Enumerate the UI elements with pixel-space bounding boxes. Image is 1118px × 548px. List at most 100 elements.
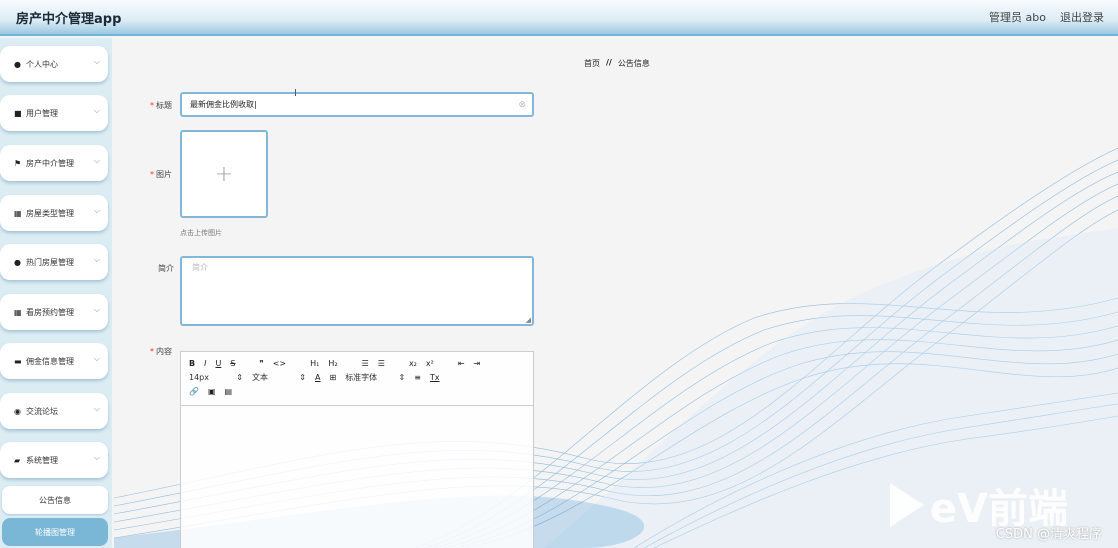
user-icon: ● xyxy=(14,257,21,267)
select-arrows-icon: ⇕ xyxy=(299,372,306,382)
font-family-select[interactable]: 标准字体 ⇕ xyxy=(345,372,405,383)
code-block-button[interactable]: <> xyxy=(273,359,286,368)
clear-icon[interactable]: ⊗ xyxy=(518,100,526,110)
text-caret: | xyxy=(254,100,257,109)
chevron-down-icon: ⌵ xyxy=(93,354,100,363)
main-content: 首页 // 公告信息 * 标题 最新佣金比例收取 | ⊗ I * 图片 + 点击上传图… xyxy=(114,38,1118,548)
header-select[interactable]: 文本 ⇕ xyxy=(252,372,306,383)
subscript-button[interactable]: x₂ xyxy=(409,359,417,368)
sidebar-item-label: 佣金信息管理 xyxy=(26,356,74,366)
sidebar-item-label: 系统管理 xyxy=(26,455,58,465)
upload-tip: 点击上传图片 xyxy=(180,229,222,237)
title-input-value: 最新佣金比例收取 xyxy=(190,100,254,109)
blockquote-button[interactable]: ❞ xyxy=(259,359,263,368)
title-label-text: 标题 xyxy=(156,101,172,110)
image-uploader[interactable]: + xyxy=(180,130,268,218)
font-size-value: 14px xyxy=(189,372,209,382)
sidebar-item-personal-center[interactable]: ● 个人中心 ⌵ xyxy=(0,46,108,82)
font-family-value: 标准字体 xyxy=(345,372,378,382)
intro-textarea[interactable]: 简介 ◢ xyxy=(180,256,534,326)
ticket-icon: ▰ xyxy=(14,455,21,465)
chevron-down-icon: ⌵ xyxy=(93,106,100,115)
select-arrows-icon: ⇕ xyxy=(236,372,243,382)
text-cursor-icon: I xyxy=(294,88,297,99)
italic-button[interactable]: I xyxy=(204,359,206,368)
content-label-text: 内容 xyxy=(156,347,172,356)
sidebar-item-forum[interactable]: ◉ 交流论坛 ⌵ xyxy=(0,393,108,429)
video-icon[interactable]: ▤ xyxy=(225,387,233,396)
csdn-watermark: CSDN @清爽程序 xyxy=(995,527,1102,542)
sidebar-subitem-announcements[interactable]: 公告信息 xyxy=(2,486,108,514)
play-logo-icon xyxy=(889,483,924,527)
chevron-down-icon: ⌵ xyxy=(93,255,100,264)
link-icon[interactable]: 🔗 xyxy=(189,387,199,396)
sidebar-item-label: 房产中介管理 xyxy=(26,158,74,168)
user-icon: ● xyxy=(14,59,21,69)
admin-user-label[interactable]: 管理员 abo xyxy=(989,9,1046,25)
intro-placeholder: 简介 xyxy=(192,263,208,272)
select-arrows-icon: ⇕ xyxy=(398,372,406,382)
header-select-value: 文本 xyxy=(252,372,268,382)
required-mark: * xyxy=(150,101,154,110)
content-label: * 内容 xyxy=(150,346,172,357)
logout-link[interactable]: 退出登录 xyxy=(1060,9,1104,25)
title-input[interactable]: 最新佣金比例收取 | ⊗ xyxy=(180,92,534,117)
bullet-list-button[interactable]: ☰ xyxy=(378,359,385,368)
font-color-button[interactable]: A xyxy=(315,373,320,382)
flag-icon: ⚑ xyxy=(14,158,22,168)
editor-toolbar: B I U S ❞ <> H₁ H₂ ☰ ☰ x₂ x² ⇤ ⇥ 14px ⇕ … xyxy=(181,352,533,406)
bold-button[interactable]: B xyxy=(189,359,195,368)
sidebar-item-viewing-appointment[interactable]: ▦ 看房预约管理 ⌵ xyxy=(0,294,108,330)
chevron-down-icon: ⌵ xyxy=(93,156,100,165)
sidebar-item-house-type-management[interactable]: ▦ 房屋类型管理 ⌵ xyxy=(0,195,108,231)
heading2-button[interactable]: H₂ xyxy=(328,359,337,368)
sidebar-item-label: 用户管理 xyxy=(26,108,58,118)
sidebar-item-label: 房屋类型管理 xyxy=(26,208,74,218)
intro-label: 简介 xyxy=(158,264,174,273)
resize-handle-icon[interactable]: ◢ xyxy=(526,316,531,324)
sidebar-item-hot-house-management[interactable]: ● 热门房屋管理 ⌵ xyxy=(0,244,108,280)
top-bar: 房产中介管理app 管理员 abo 退出登录 xyxy=(0,0,1118,36)
image-icon[interactable]: ▣ xyxy=(208,387,216,396)
chevron-down-icon: ⌵ xyxy=(93,57,100,66)
app-title: 房产中介管理app xyxy=(16,11,122,27)
sidebar-item-user-management[interactable]: ■ 用户管理 ⌵ xyxy=(0,95,108,131)
breadcrumb-separator: // xyxy=(606,58,612,67)
background-color-button[interactable]: ⊞ xyxy=(329,373,336,382)
toolbar-row-media: 🔗 ▣ ▤ xyxy=(189,384,525,398)
toolbar-row-formatting: B I U S ❞ <> H₁ H₂ ☰ ☰ x₂ x² ⇤ ⇥ xyxy=(189,356,525,370)
breadcrumb-home[interactable]: 首页 xyxy=(584,58,600,69)
breadcrumb: 首页 // 公告信息 xyxy=(584,58,650,69)
sidebar-subitem-carousel-management[interactable]: 轮播图管理 xyxy=(2,518,108,546)
chevron-down-icon: ⌵ xyxy=(93,206,100,215)
clear-format-button[interactable]: Tx xyxy=(430,373,440,382)
sidebar: ● 个人中心 ⌵ ■ 用户管理 ⌵ ⚑ 房产中介管理 ⌵ ▦ 房屋类型管理 ⌵ … xyxy=(0,38,112,548)
title-label: * 标题 xyxy=(150,100,172,111)
sidebar-item-commission-management[interactable]: ▬ 佣金信息管理 ⌵ xyxy=(0,343,108,379)
outdent-button[interactable]: ⇤ xyxy=(458,359,465,368)
required-mark: * xyxy=(150,170,154,179)
sidebar-item-label: 个人中心 xyxy=(26,59,58,69)
top-right-links: 管理员 abo 退出登录 xyxy=(989,9,1104,25)
document-icon: ■ xyxy=(14,108,22,118)
monitor-icon: ▬ xyxy=(14,356,22,366)
superscript-button[interactable]: x² xyxy=(426,359,434,368)
location-icon: ◉ xyxy=(14,406,21,416)
sidebar-item-system-management[interactable]: ▰ 系统管理 ⌵ xyxy=(0,442,108,478)
strike-button[interactable]: S xyxy=(230,359,235,368)
sidebar-item-agency-management[interactable]: ⚑ 房产中介管理 ⌵ xyxy=(0,145,108,181)
chevron-down-icon: ⌵ xyxy=(93,453,100,462)
plus-icon: + xyxy=(214,161,234,187)
rich-text-editor[interactable]: B I U S ❞ <> H₁ H₂ ☰ ☰ x₂ x² ⇤ ⇥ 14px ⇕ … xyxy=(180,351,534,548)
chevron-down-icon: ⌵ xyxy=(93,404,100,413)
grid-icon: ▦ xyxy=(14,307,22,317)
font-size-select[interactable]: 14px ⇕ xyxy=(189,373,243,382)
align-button[interactable]: ≡ xyxy=(414,373,421,382)
sidebar-item-label: 交流论坛 xyxy=(26,406,58,416)
ordered-list-button[interactable]: ☰ xyxy=(362,359,369,368)
underline-button[interactable]: U xyxy=(215,359,221,368)
sidebar-item-label: 热门房屋管理 xyxy=(26,257,74,267)
indent-button[interactable]: ⇥ xyxy=(474,359,481,368)
heading1-button[interactable]: H₁ xyxy=(310,359,319,368)
image-label: * 图片 xyxy=(150,169,172,180)
